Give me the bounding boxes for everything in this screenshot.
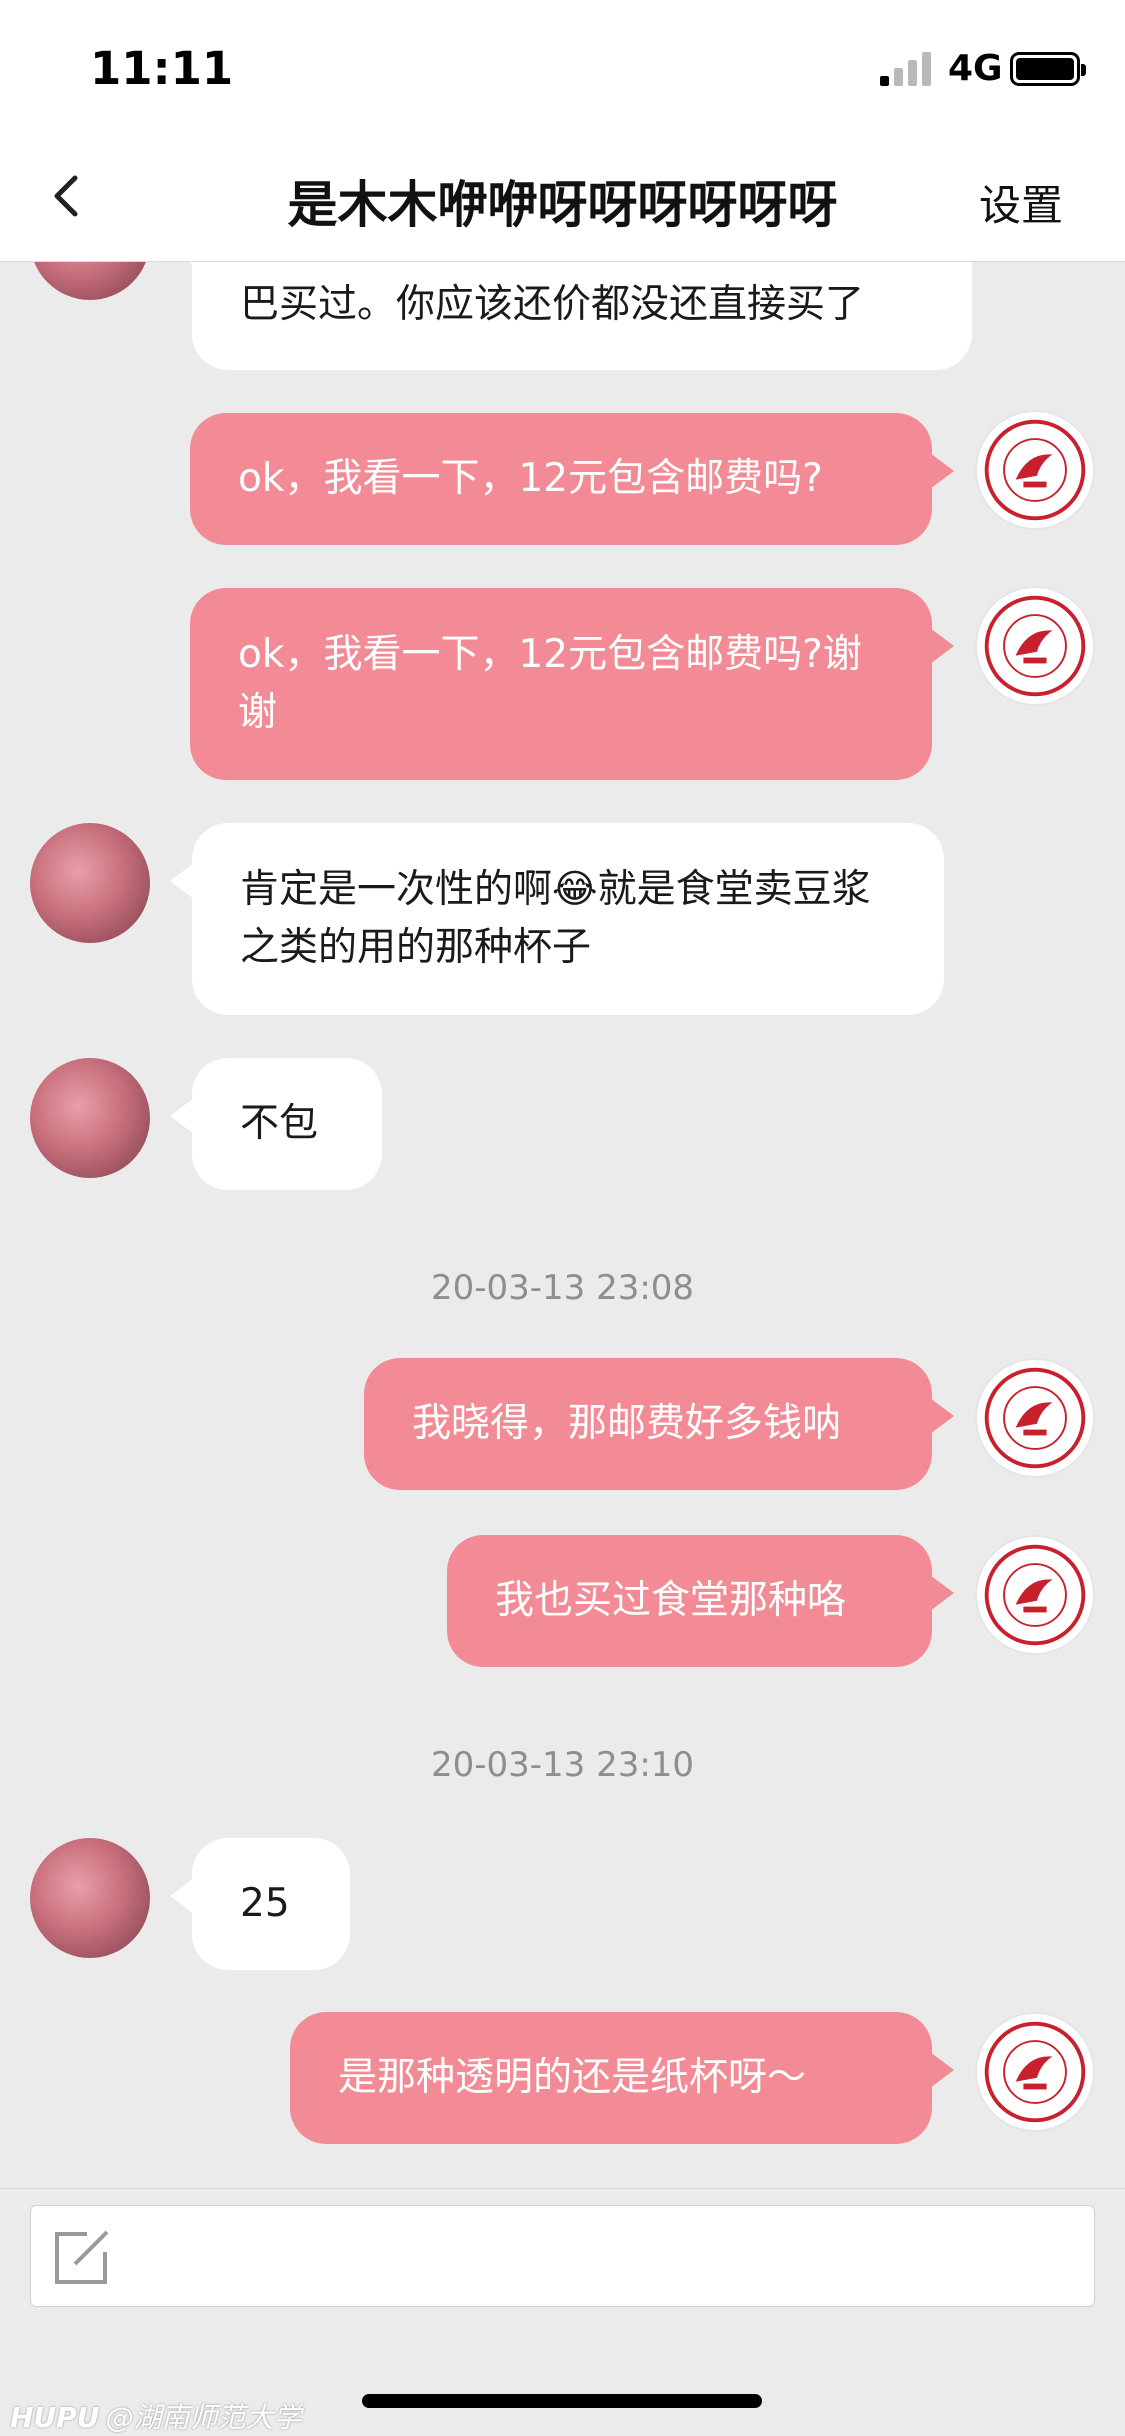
self-avatar[interactable] [975,1358,1095,1478]
self-avatar[interactable] [975,410,1095,530]
back-button[interactable] [42,172,90,220]
top-bar: 11:11 4G 是木木咿咿呀呀呀呀呀呀 设置 [0,0,1125,262]
message-text: ok，我看一下，12元包含邮费吗? [238,456,823,501]
message-text: 我也买过食堂那种咯 [495,1578,847,1623]
settings-button[interactable]: 设置 [979,172,1063,233]
back-icon [54,175,78,217]
self-avatar[interactable] [975,2012,1095,2132]
message-bubble-peer[interactable]: 25 [170,1838,350,1970]
battery-icon [1010,52,1086,86]
message-bubble-peer[interactable]: 不包 [170,1058,382,1190]
message-text: 不包 [240,1101,319,1146]
message-bubble-peer[interactable]: 肯定是一次性的啊😂就是食堂卖豆浆之类的用的那种杯子 [170,823,944,1015]
university-logo-icon [984,1367,1086,1469]
network-type: 4G [948,48,1003,89]
peer-avatar[interactable] [30,1058,150,1178]
compose-icon[interactable] [53,2228,111,2286]
peer-avatar[interactable] [30,1838,150,1958]
message-text: 25 [240,1881,290,1926]
message-text: ok，我看一下，12元包含邮费吗?谢谢 [238,632,862,735]
message-text: 肯定是一次性的啊😂就是食堂卖豆浆之类的用的那种杯子 [240,867,871,970]
chat-screen: 11:11 4G 是木木咿咿呀呀呀呀呀呀 设置 巴买过。你应该还价都没还直接买了… [0,0,1125,2436]
message-bubble-self[interactable]: 我晓得，那邮费好多钱呐 [364,1358,954,1490]
message-bubble-self[interactable]: 是那种透明的还是纸杯呀～ [290,2012,954,2144]
message-bubble-self[interactable]: ok，我看一下，12元包含邮费吗?谢谢 [190,588,954,780]
message-text: 我晓得，那邮费好多钱呐 [412,1401,842,1446]
university-logo-icon [984,595,1086,697]
status-time: 11:11 [90,42,234,95]
watermark-handle: @湖南师范大学 [105,2401,302,2434]
message-text: 是那种透明的还是纸杯呀～ [338,2055,807,2100]
home-indicator[interactable] [362,2394,762,2408]
message-bubble-self[interactable]: 我也买过食堂那种咯 [447,1535,954,1667]
message-input[interactable] [30,2205,1095,2307]
timestamp: 20-03-13 23:08 [430,1268,695,1308]
timestamp: 20-03-13 23:10 [430,1745,695,1785]
university-logo-icon [984,1544,1086,1646]
university-logo-icon [984,419,1086,521]
self-avatar[interactable] [975,586,1095,706]
university-logo-icon [984,2021,1086,2123]
self-avatar[interactable] [975,1535,1095,1655]
watermark: HUPU @湖南师范大学 [10,2396,301,2436]
chat-title: 是木木咿咿呀呀呀呀呀呀 [287,176,838,234]
message-text: 巴买过。你应该还价都没还直接买了 [240,282,865,327]
watermark-brand: HUPU [10,2401,100,2434]
signal-icon [880,52,931,86]
peer-avatar[interactable] [30,823,150,943]
message-bubble-self[interactable]: ok，我看一下，12元包含邮费吗? [190,413,954,545]
